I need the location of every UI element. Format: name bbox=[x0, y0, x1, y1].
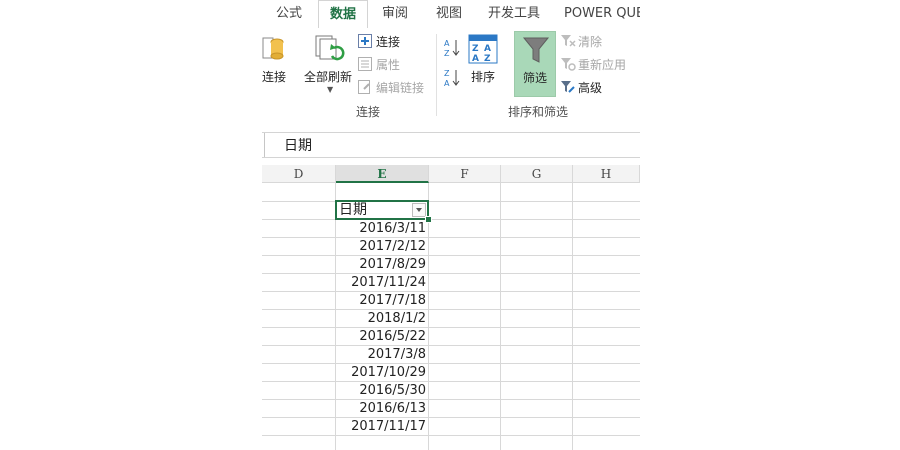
row-divider bbox=[262, 345, 640, 346]
row-divider bbox=[262, 201, 640, 202]
group-label-sort-filter: 排序和筛选 bbox=[508, 105, 569, 119]
filter-funnel-icon bbox=[522, 37, 550, 63]
properties-label: 属性 bbox=[376, 58, 401, 72]
column-header-g[interactable]: G bbox=[501, 165, 573, 183]
row-divider bbox=[262, 219, 640, 220]
ribbon-tabs: 公式 数据 审阅 视图 开发工具 POWER QUE bbox=[262, 0, 640, 29]
svg-text:A: A bbox=[444, 79, 450, 88]
tab-formulas[interactable]: 公式 bbox=[274, 0, 304, 28]
connections-label: 连接 bbox=[376, 35, 401, 49]
row-divider bbox=[262, 255, 640, 256]
formula-bar-divider bbox=[262, 133, 265, 157]
row-divider bbox=[262, 363, 640, 364]
tab-data[interactable]: 数据 bbox=[318, 0, 368, 29]
edit-links-icon bbox=[358, 80, 370, 94]
reapply-icon bbox=[561, 58, 576, 71]
ribbon-data: 连接 全部刷新 ▼ 连接 属性 编辑链接 连接 A Z Z A Z A A Z … bbox=[262, 28, 640, 123]
svg-text:A: A bbox=[484, 44, 491, 54]
sort-icon: Z A A Z bbox=[468, 34, 498, 64]
svg-text:A: A bbox=[472, 54, 479, 64]
advanced-label: 高级 bbox=[578, 81, 603, 95]
column-header-e[interactable]: E bbox=[336, 165, 429, 183]
column-header-f[interactable]: F bbox=[429, 165, 501, 183]
row-divider bbox=[262, 381, 640, 382]
tab-power-query[interactable]: POWER QUE bbox=[564, 0, 640, 28]
date-cell[interactable]: 2016/5/22 bbox=[336, 328, 428, 346]
refresh-all-label: 全部刷新 bbox=[304, 70, 353, 84]
svg-text:A: A bbox=[444, 39, 450, 48]
sort-descending-icon[interactable]: Z A bbox=[444, 68, 460, 88]
excel-window: 公式 数据 审阅 视图 开发工具 POWER QUE 连接 全部刷新 ▼ 连接 … bbox=[262, 0, 640, 450]
svg-text:Z: Z bbox=[472, 44, 479, 54]
ribbon-gap bbox=[262, 122, 640, 132]
connections-icon bbox=[358, 34, 372, 48]
selected-cell-e-header[interactable]: 日期 bbox=[335, 200, 429, 220]
date-cell[interactable]: 2017/11/24 bbox=[336, 274, 428, 292]
properties-icon bbox=[358, 57, 372, 71]
formula-bar-value: 日期 bbox=[284, 138, 312, 154]
date-cell[interactable]: 2017/2/12 bbox=[336, 238, 428, 256]
row-divider bbox=[262, 435, 640, 436]
filter-button[interactable]: 筛选 bbox=[514, 31, 556, 97]
filter-label: 筛选 bbox=[523, 71, 548, 85]
group-divider bbox=[436, 34, 437, 116]
column-divider bbox=[428, 183, 429, 450]
row-divider bbox=[262, 309, 640, 310]
tab-view[interactable]: 视图 bbox=[434, 0, 464, 28]
clear-filter-icon bbox=[561, 35, 576, 47]
date-cell[interactable]: 2016/3/11 bbox=[336, 220, 428, 238]
date-cell[interactable]: 2017/8/29 bbox=[336, 256, 428, 274]
column-header-d[interactable]: D bbox=[262, 165, 336, 183]
chevron-down-icon: ▼ bbox=[327, 85, 334, 94]
clear-label: 清除 bbox=[578, 35, 603, 49]
tab-developer[interactable]: 开发工具 bbox=[486, 0, 542, 28]
reapply-label: 重新应用 bbox=[578, 58, 627, 72]
row-divider bbox=[262, 399, 640, 400]
date-cell[interactable]: 2017/11/17 bbox=[336, 418, 428, 436]
row-divider bbox=[262, 237, 640, 238]
svg-text:Z: Z bbox=[484, 54, 491, 64]
row-divider bbox=[262, 273, 640, 274]
column-header-h[interactable]: H bbox=[573, 165, 640, 183]
date-cell[interactable]: 2017/10/29 bbox=[336, 364, 428, 382]
tab-review[interactable]: 审阅 bbox=[380, 0, 410, 28]
column-divider bbox=[500, 183, 501, 450]
sort-label: 排序 bbox=[471, 70, 496, 84]
header-cell-text: 日期 bbox=[339, 202, 367, 218]
refresh-icon bbox=[315, 35, 345, 61]
row-divider bbox=[262, 291, 640, 292]
filter-dropdown-button[interactable] bbox=[412, 203, 426, 217]
database-icon bbox=[262, 37, 284, 60]
row-divider bbox=[262, 327, 640, 328]
sort-ascending-icon[interactable]: A Z bbox=[444, 38, 460, 58]
row-divider bbox=[262, 417, 640, 418]
svg-text:Z: Z bbox=[444, 69, 450, 78]
connect-label: 连接 bbox=[262, 70, 287, 84]
date-cell[interactable]: 2018/1/2 bbox=[336, 310, 428, 328]
svg-text:Z: Z bbox=[444, 49, 450, 58]
edit-links-label: 编辑链接 bbox=[376, 81, 425, 95]
column-divider bbox=[572, 183, 573, 450]
formula-bar[interactable]: 日期 bbox=[262, 132, 640, 158]
date-cell[interactable]: 2016/5/30 bbox=[336, 382, 428, 400]
advanced-filter-icon bbox=[561, 81, 575, 93]
date-cell[interactable]: 2017/3/8 bbox=[336, 346, 428, 364]
date-cell[interactable]: 2017/7/18 bbox=[336, 292, 428, 310]
group-label-connections: 连接 bbox=[356, 105, 381, 119]
date-cell[interactable]: 2016/6/13 bbox=[336, 400, 428, 418]
